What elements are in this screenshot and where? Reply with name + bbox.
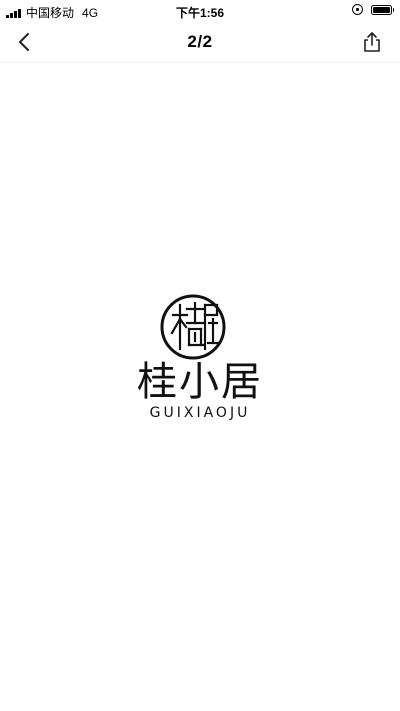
status-bar: 中国移动 4G 下午1:56 xyxy=(0,0,400,22)
nav-bar: 2/2 xyxy=(0,22,400,63)
logo-subtext: GUIXIAOJU xyxy=(149,405,251,421)
share-icon xyxy=(364,32,380,52)
status-right xyxy=(352,4,394,15)
battery-fill xyxy=(373,6,390,13)
seal-logo xyxy=(160,294,226,360)
status-time: 下午1:56 xyxy=(175,6,225,20)
image-viewer[interactable]: 桂小居 GUIXIAOJU xyxy=(0,63,400,711)
battery-icon xyxy=(371,4,394,15)
page-title: 2/2 xyxy=(187,32,213,51)
logo-image: 桂小居 GUIXIAOJU xyxy=(100,293,300,433)
orientation-lock-icon xyxy=(352,4,363,15)
share-button[interactable] xyxy=(358,28,386,56)
logo-text: 桂小居 xyxy=(137,359,263,405)
